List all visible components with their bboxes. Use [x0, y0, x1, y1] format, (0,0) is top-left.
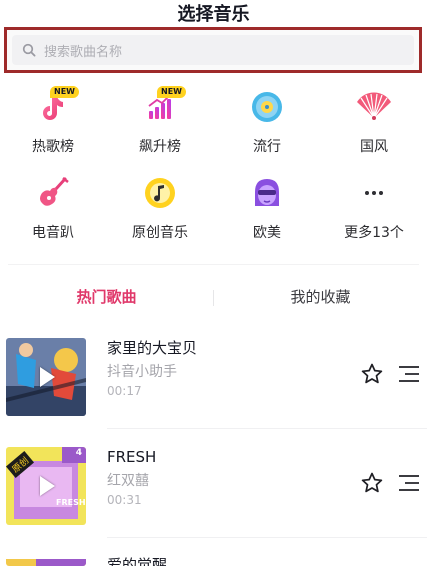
category-more[interactable]: 更多13个: [321, 172, 427, 252]
category-label: 欧美: [253, 225, 281, 241]
song-row[interactable]: FRESH 原创 4 FRESH 红双囍 00:31: [0, 447, 427, 555]
page-title: 选择音乐: [177, 4, 250, 25]
vinyl-disc-icon: [242, 86, 292, 128]
category-label: 更多13个: [344, 225, 404, 241]
category-label: 电音趴: [32, 225, 74, 241]
play-icon: [40, 476, 55, 496]
song-cover[interactable]: FRESH 原创 4: [6, 447, 86, 525]
divider: [8, 264, 419, 265]
cover-count: 4: [75, 448, 82, 458]
category-pop[interactable]: 流行: [214, 86, 320, 166]
star-icon[interactable]: [360, 362, 384, 386]
category-label: 原创音乐: [132, 225, 188, 241]
category-label: 飙升榜: [139, 139, 181, 155]
rising-chart-icon: NEW: [135, 86, 186, 128]
cut-music-icon[interactable]: [398, 365, 420, 383]
category-label: 流行: [253, 139, 281, 155]
search-placeholder: 搜索歌曲名称: [44, 44, 123, 60]
category-western[interactable]: 欧美: [214, 172, 320, 252]
song-title: FRESH: [107, 448, 157, 466]
category-label: 国风: [360, 139, 388, 155]
row-divider: [107, 537, 427, 538]
svg-text:FRESH: FRESH: [56, 498, 86, 507]
song-cover[interactable]: [6, 555, 86, 566]
song-artist: 抖音小助手: [107, 364, 177, 380]
song-title: 爱的觉醒: [107, 556, 168, 566]
song-row[interactable]: 爱的觉醒: [0, 555, 427, 566]
star-icon[interactable]: [360, 471, 384, 495]
category-label: 热歌榜: [32, 139, 74, 155]
search-box-highlight: 搜索歌曲名称: [4, 27, 422, 73]
song-cover[interactable]: [6, 338, 86, 416]
song-title: 家里的大宝贝: [107, 339, 198, 357]
folding-fan-icon: [349, 86, 399, 128]
song-artist: 红双囍: [107, 473, 149, 489]
original-music-icon: [135, 172, 185, 214]
category-edm[interactable]: 电音趴: [0, 172, 106, 252]
masked-face-icon: [242, 172, 292, 214]
search-input[interactable]: 搜索歌曲名称: [12, 35, 414, 65]
category-hot-songs[interactable]: NEW 热歌榜: [0, 86, 106, 166]
play-icon: [40, 367, 55, 387]
category-original-music[interactable]: 原创音乐: [107, 172, 213, 252]
electric-guitar-icon: [28, 172, 78, 214]
cut-music-icon[interactable]: [398, 474, 420, 492]
category-rising[interactable]: NEW 飙升榜: [107, 86, 213, 166]
row-divider: [107, 428, 427, 429]
category-chinese-style[interactable]: 国风: [321, 86, 427, 166]
tiktok-note-icon: NEW: [28, 86, 79, 128]
new-badge: NEW: [50, 86, 79, 98]
tab-hot-songs[interactable]: 热门歌曲: [0, 282, 213, 312]
new-badge: NEW: [157, 86, 186, 98]
song-row[interactable]: 家里的大宝贝 抖音小助手 00:17: [0, 338, 427, 446]
tab-bar: 热门歌曲 我的收藏: [0, 282, 427, 314]
song-duration: 00:31: [107, 493, 142, 507]
song-duration: 00:17: [107, 384, 142, 398]
tab-my-favorites[interactable]: 我的收藏: [214, 282, 427, 312]
search-icon: [20, 41, 38, 59]
more-dots-icon: [349, 172, 399, 214]
